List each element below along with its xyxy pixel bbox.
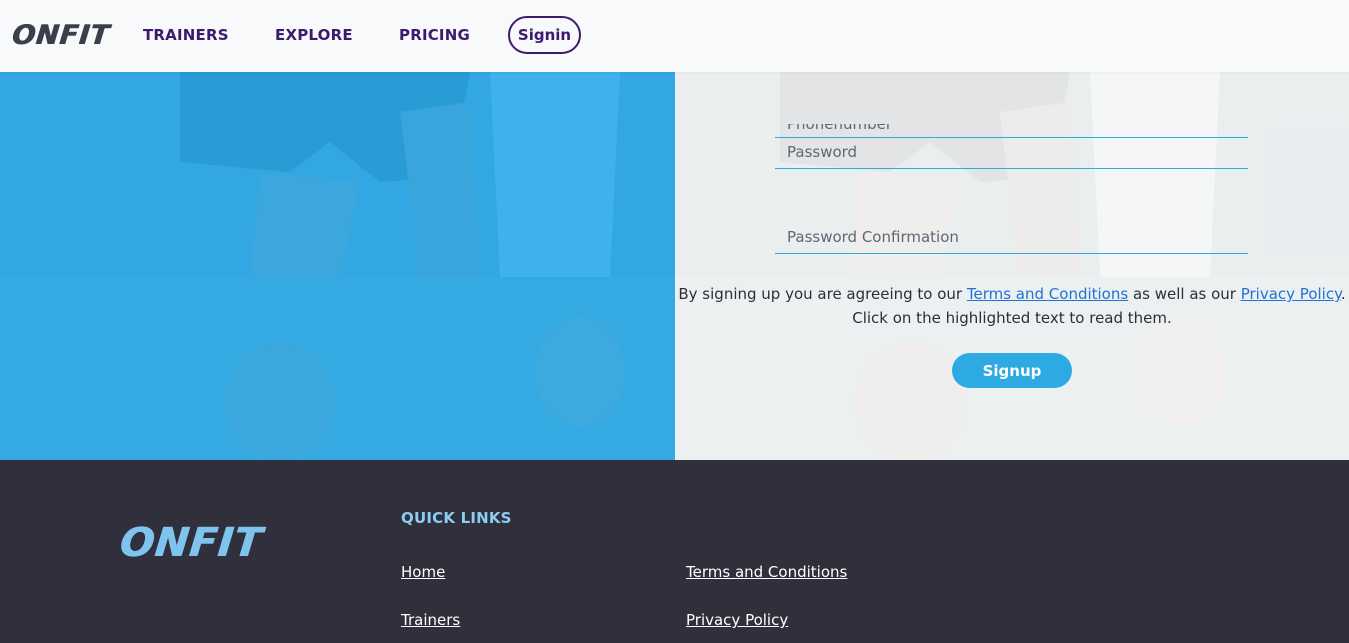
password-confirmation-placeholder: Password Confirmation [787, 227, 959, 246]
footer: ONFIT QUICK LINKS Home Terms and Conditi… [0, 460, 1349, 643]
signup-button[interactable]: Signup [952, 353, 1072, 388]
nav-pricing[interactable]: PRICING [399, 26, 470, 44]
password-placeholder: Password [787, 142, 858, 161]
password-field[interactable]: Password [775, 135, 1248, 169]
footer-link-terms[interactable]: Terms and Conditions [686, 563, 847, 581]
footer-logo[interactable]: ONFIT [118, 520, 265, 566]
top-navbar: ONFIT TRAINERS EXPLORE PRICING Signin [0, 0, 1349, 72]
signin-button[interactable]: Signin [508, 16, 581, 54]
phonenumber-placeholder: Phonenumber [787, 124, 892, 133]
nav-explore[interactable]: EXPLORE [275, 26, 353, 44]
brand-logo[interactable]: ONFIT [10, 20, 111, 51]
footer-link-trainers[interactable]: Trainers [401, 611, 460, 629]
quick-links-title: QUICK LINKS [401, 509, 512, 527]
left-overlay-panel [0, 72, 675, 460]
footer-link-privacy[interactable]: Privacy Policy [686, 611, 788, 629]
terms-link[interactable]: Terms and Conditions [967, 285, 1128, 303]
password-confirmation-field[interactable]: Password Confirmation [775, 220, 1248, 254]
terms-prefix: By signing up you are agreeing to our [678, 285, 967, 303]
footer-link-home[interactable]: Home [401, 563, 445, 581]
terms-suffix: . [1340, 285, 1346, 303]
terms-middle: as well as our [1128, 285, 1241, 303]
terms-hint: Click on the highlighted text to read th… [852, 309, 1172, 327]
nav-trainers[interactable]: TRAINERS [143, 26, 229, 44]
privacy-link[interactable]: Privacy Policy [1241, 285, 1341, 303]
signup-section: Phonenumber Password Password Confirmati… [0, 72, 1349, 460]
terms-notice: By signing up you are agreeing to our Te… [675, 282, 1349, 330]
